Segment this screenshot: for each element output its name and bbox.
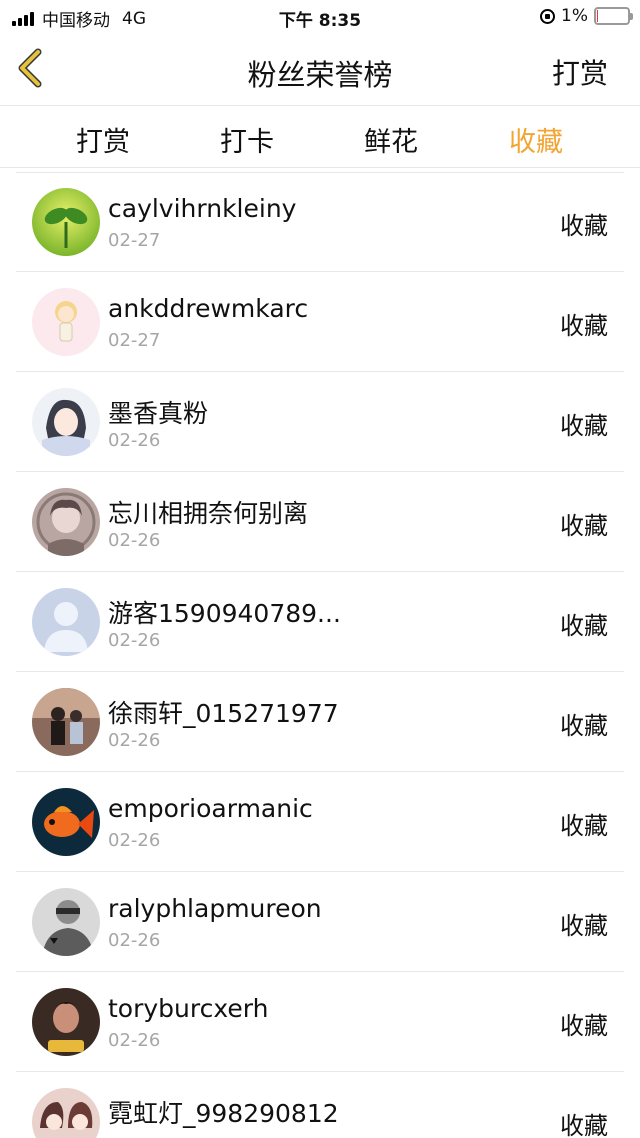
fan-name: ralyphlapmureon (108, 894, 322, 923)
tab-favorites[interactable]: 收藏 (476, 120, 596, 159)
anime-character-icon (32, 488, 100, 556)
fan-date: 02-27 (108, 330, 161, 351)
default-user-icon (32, 588, 100, 656)
avatar (32, 188, 100, 256)
avatar (32, 588, 100, 656)
fan-name: ankddrewmkarc (108, 294, 309, 323)
list-item[interactable]: 忘川相拥奈何别离 02-26 收藏 (16, 472, 624, 572)
fan-name: caylvihrnkleiny (108, 194, 297, 223)
list-item[interactable]: toryburcxerh 02-26 收藏 (16, 972, 624, 1072)
fan-date: 02-26 (108, 1030, 161, 1051)
list-item[interactable]: 徐雨轩_015271977 02-26 收藏 (16, 672, 624, 772)
fan-date: 02-26 (108, 730, 161, 751)
avatar (32, 988, 100, 1056)
goldfish-icon (32, 788, 100, 856)
grayscale-photo-icon (32, 888, 100, 956)
fan-name: 游客1590940789... (108, 599, 341, 628)
fan-date: 02-26 (108, 430, 161, 451)
sprout-icon (32, 188, 100, 256)
fan-name: 墨香真粉 (108, 399, 209, 428)
anime-character-icon (32, 388, 100, 456)
list-item[interactable]: ralyphlapmureon 02-26 收藏 (16, 872, 624, 972)
avatar (32, 888, 100, 956)
battery-percent: 1% (561, 6, 588, 26)
status-bar-right: 1% (540, 6, 633, 26)
fan-name: toryburcxerh (108, 994, 269, 1023)
action-label: 收藏 (560, 712, 608, 740)
portrait-icon (32, 988, 100, 1056)
action-label: 收藏 (560, 412, 608, 440)
status-bar: 中国移动 4G 下午 8:35 1% (0, 0, 640, 32)
avatar (32, 1088, 100, 1138)
avatar (32, 688, 100, 756)
list-item[interactable]: emporioarmanic 02-26 收藏 (16, 772, 624, 872)
avatar (32, 788, 100, 856)
list-item[interactable]: 霓虹灯_998290812 收藏 (16, 1072, 624, 1138)
fan-date: 02-26 (108, 630, 161, 651)
list-item[interactable]: 游客1590940789... 02-26 收藏 (16, 572, 624, 672)
avatar (32, 488, 100, 556)
tab-flowers[interactable]: 鲜花 (331, 120, 451, 159)
action-label: 收藏 (560, 312, 608, 340)
reward-button[interactable]: 打赏 (552, 52, 608, 92)
fan-date: 02-26 (108, 930, 161, 951)
avatar (32, 388, 100, 456)
nav-bar: 粉丝荣誉榜 打赏 (0, 32, 640, 106)
action-label: 收藏 (560, 912, 608, 940)
fan-name: emporioarmanic (108, 794, 313, 823)
action-label: 收藏 (560, 212, 608, 240)
fan-date: 02-27 (108, 230, 161, 251)
fan-name: 忘川相拥奈何别离 (108, 499, 309, 528)
rotation-lock-icon (540, 8, 556, 24)
action-label: 收藏 (560, 1012, 608, 1040)
cartoon-girl-icon (32, 288, 100, 356)
action-label: 收藏 (560, 1112, 608, 1138)
action-label: 收藏 (560, 512, 608, 540)
action-label: 收藏 (560, 612, 608, 640)
fan-name: 霓虹灯_998290812 (108, 1099, 339, 1128)
fan-date: 02-26 (108, 830, 161, 851)
list-item[interactable]: ankddrewmkarc 02-27 收藏 (16, 272, 624, 372)
photo-icon (32, 688, 100, 756)
avatar (32, 288, 100, 356)
list-item[interactable]: caylvihrnkleiny 02-27 收藏 (16, 172, 624, 272)
tab-bar: 打赏 打卡 鲜花 收藏 (0, 106, 640, 168)
fan-date: 02-26 (108, 530, 161, 551)
tab-checkin[interactable]: 打卡 (187, 120, 307, 159)
list-item[interactable]: 墨香真粉 02-26 收藏 (16, 372, 624, 472)
battery-icon (594, 7, 633, 25)
anime-character-icon (32, 1088, 100, 1138)
page-title: 粉丝荣誉榜 (247, 58, 393, 92)
action-label: 收藏 (560, 812, 608, 840)
tab-reward[interactable]: 打赏 (43, 120, 163, 159)
fan-name: 徐雨轩_015271977 (108, 699, 339, 728)
